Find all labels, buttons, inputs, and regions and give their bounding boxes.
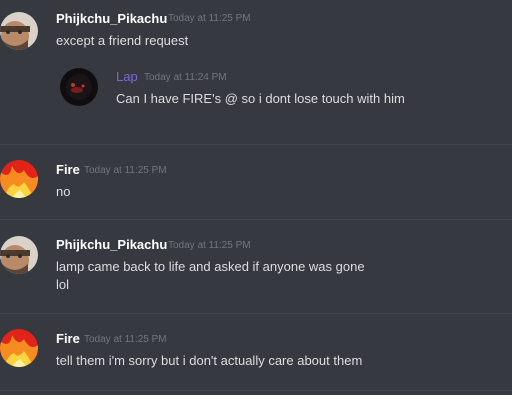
avatar-image: [0, 236, 38, 274]
avatar[interactable]: [0, 236, 38, 274]
timestamp: Today at 11:25 PM: [84, 334, 167, 345]
timestamp: Today at 11:25 PM: [84, 165, 167, 176]
message-text: tell them i'm sorry but i don't actually…: [56, 353, 363, 368]
message-text: lamp came back to life and asked if anyo…: [56, 259, 365, 274]
quoted-username[interactable]: Lap: [116, 69, 138, 85]
timestamp: Today at 11:25 PM: [168, 240, 251, 251]
quoted-timestamp: Today at 11:24 PM: [144, 72, 227, 83]
username[interactable]: Phijkchu_Pikachu: [56, 237, 167, 253]
message-divider: [0, 219, 512, 220]
username[interactable]: Fire: [56, 331, 80, 347]
username[interactable]: Phijkchu_Pikachu: [56, 11, 167, 27]
quoted-avatar[interactable]: [60, 68, 98, 106]
quoted-message-text: Can I have FIRE's @ so i dont lose touch…: [116, 91, 405, 106]
quoted-avatar-image: [60, 68, 98, 106]
avatar[interactable]: [0, 329, 38, 367]
username[interactable]: Fire: [56, 162, 80, 178]
message-divider: [0, 390, 512, 391]
timestamp: Today at 11:25 PM: [168, 13, 251, 24]
avatar-image: [0, 329, 38, 367]
message-text: lol: [56, 277, 70, 292]
message-divider: [0, 313, 512, 314]
avatar-image: [0, 160, 38, 198]
avatar[interactable]: [0, 160, 38, 198]
chat-log: Phijkchu_Pikachu Today at 11:25 PM excep…: [0, 0, 512, 395]
message-divider: [0, 144, 512, 145]
message-text: except a friend request: [56, 33, 189, 48]
avatar[interactable]: [0, 12, 38, 50]
message-text: no: [56, 184, 71, 199]
avatar-image: [0, 12, 38, 50]
